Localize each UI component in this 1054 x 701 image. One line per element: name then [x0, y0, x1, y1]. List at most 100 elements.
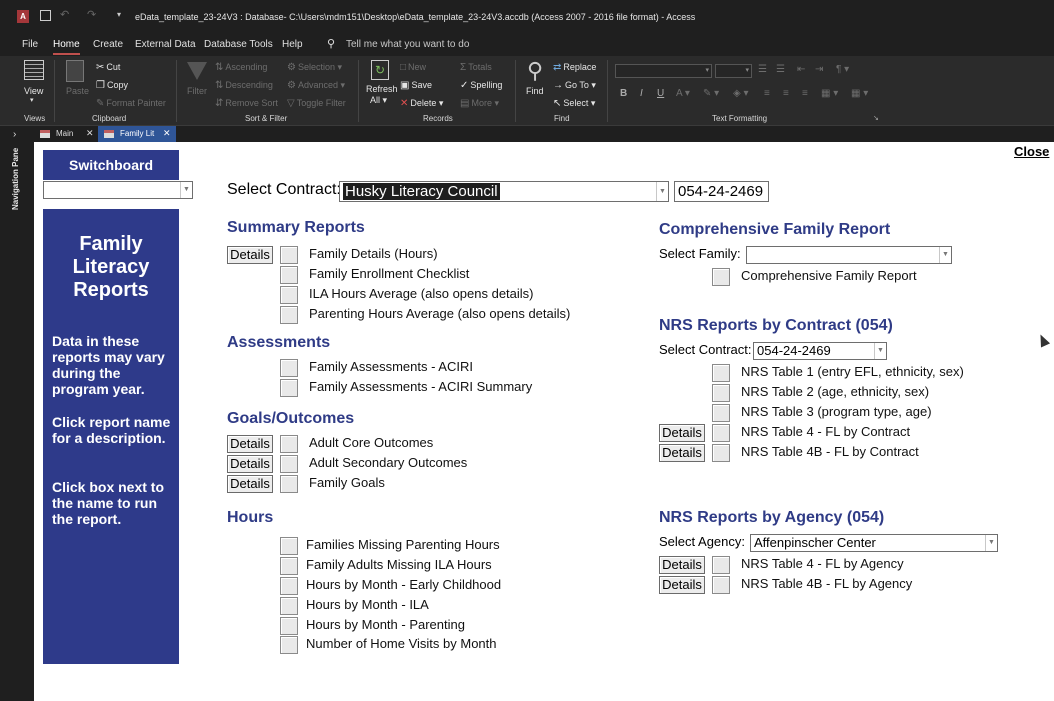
report-link[interactable]: Comprehensive Family Report — [741, 268, 917, 283]
report-link[interactable]: Family Assessments - ACIRI Summary — [309, 379, 532, 394]
save-record-button[interactable]: ▣ Save — [400, 80, 432, 91]
advanced-button[interactable]: ⚙ Advanced ▾ — [287, 80, 345, 91]
report-checkbox[interactable] — [712, 268, 730, 286]
navigation-pane[interactable]: › Navigation Pane — [0, 126, 34, 701]
view-button[interactable]: View ▾ — [21, 60, 47, 108]
decrease-indent-icon[interactable]: ⇤ — [797, 64, 805, 75]
report-link[interactable]: Family Assessments - ACIRI — [309, 359, 473, 374]
report-link[interactable]: NRS Table 4 - FL by Agency — [741, 556, 904, 571]
report-checkbox[interactable] — [280, 435, 298, 453]
chevron-down-icon[interactable]: ▼ — [985, 535, 997, 551]
report-checkbox[interactable] — [712, 556, 730, 574]
close-icon[interactable]: ✕ — [86, 128, 94, 139]
details-button[interactable]: Details — [659, 444, 705, 462]
report-checkbox[interactable] — [280, 455, 298, 473]
nrs-contract-dropdown[interactable]: 054-24-2469 ▼ — [753, 342, 887, 360]
report-checkbox[interactable] — [280, 306, 298, 324]
new-record-button[interactable]: □ New — [400, 62, 426, 73]
report-link[interactable]: NRS Table 4B - FL by Agency — [741, 576, 912, 591]
contract-dropdown[interactable]: Husky Literacy Council ▼ — [339, 181, 669, 202]
italic-button[interactable]: I — [640, 88, 643, 99]
report-link[interactable]: Number of Home Visits by Month — [306, 636, 497, 651]
report-checkbox[interactable] — [280, 246, 298, 264]
report-link[interactable]: NRS Table 4B - FL by Contract — [741, 444, 919, 459]
report-checkbox[interactable] — [712, 404, 730, 422]
tab-main[interactable]: Main ✕ — [34, 126, 96, 142]
menu-file[interactable]: File — [22, 39, 38, 50]
background-color-icon[interactable]: ▦ ▾ — [821, 88, 838, 99]
font-size-dropdown[interactable]: ▾ — [715, 64, 752, 78]
menu-home[interactable]: Home — [53, 39, 80, 55]
report-checkbox[interactable] — [280, 286, 298, 304]
report-link[interactable]: Family Details (Hours) — [309, 246, 438, 261]
find-button[interactable]: ⚲ Find — [522, 60, 548, 108]
numbering-icon[interactable]: ☰ — [776, 64, 785, 75]
report-checkbox[interactable] — [280, 577, 298, 595]
report-checkbox[interactable] — [712, 364, 730, 382]
switchboard-dropdown[interactable]: ▼ — [43, 181, 193, 199]
align-right-icon[interactable]: ≡ — [802, 88, 808, 99]
details-button[interactable]: Details — [659, 576, 705, 594]
report-link[interactable]: Adult Core Outcomes — [309, 435, 433, 450]
fill-color-icon[interactable]: ◈ ▾ — [733, 88, 749, 99]
redo-icon[interactable]: ↷ — [87, 8, 96, 21]
format-painter-button[interactable]: ✎ Format Painter — [96, 98, 166, 109]
report-checkbox[interactable] — [280, 617, 298, 635]
font-color-icon[interactable]: A ▾ — [676, 88, 690, 99]
report-checkbox[interactable] — [712, 576, 730, 594]
switchboard-button[interactable]: Switchboard — [43, 150, 179, 180]
report-checkbox[interactable] — [280, 597, 298, 615]
menu-help[interactable]: Help — [282, 39, 303, 50]
agency-dropdown[interactable]: Affenpinscher Center ▼ — [750, 534, 998, 552]
underline-button[interactable]: U — [657, 88, 664, 99]
bullets-icon[interactable]: ☰ — [758, 64, 767, 75]
details-button[interactable]: Details — [227, 475, 273, 493]
report-link[interactable]: Families Missing Parenting Hours — [306, 537, 500, 552]
chevron-down-icon[interactable]: ▼ — [180, 182, 192, 198]
chevron-down-icon[interactable]: ▼ — [874, 343, 886, 359]
paste-button[interactable]: Paste — [62, 60, 89, 108]
close-icon[interactable]: ✕ — [163, 128, 171, 139]
spelling-button[interactable]: ✓ Spelling — [460, 80, 502, 91]
close-link[interactable]: Close — [1014, 144, 1049, 159]
report-checkbox[interactable] — [280, 359, 298, 377]
report-link[interactable]: Family Goals — [309, 475, 385, 490]
report-link[interactable]: ILA Hours Average (also opens details) — [309, 286, 534, 301]
remove-sort-button[interactable]: ⇵ Remove Sort — [215, 98, 278, 109]
ascending-button[interactable]: ⇅ Ascending — [215, 62, 267, 73]
report-link[interactable]: Hours by Month - ILA — [306, 597, 429, 612]
details-button[interactable]: Details — [227, 455, 273, 473]
report-link[interactable]: NRS Table 3 (program type, age) — [741, 404, 932, 419]
contract-code-field[interactable]: 054-24-2469 — [674, 181, 769, 202]
refresh-all-button[interactable]: ↻ Refresh All ▾ — [364, 60, 398, 110]
report-checkbox[interactable] — [280, 266, 298, 284]
gridlines-icon[interactable]: ▦ ▾ — [851, 88, 868, 99]
report-checkbox[interactable] — [280, 537, 298, 555]
totals-button[interactable]: Σ Totals — [460, 62, 492, 73]
menu-external-data[interactable]: External Data — [135, 39, 196, 50]
descending-button[interactable]: ⇅ Descending — [215, 80, 273, 91]
undo-icon[interactable]: ↶ — [60, 8, 69, 21]
report-link[interactable]: NRS Table 4 - FL by Contract — [741, 424, 910, 439]
expand-chevron-icon[interactable]: › — [13, 129, 16, 140]
selection-button[interactable]: ⚙ Selection ▾ — [287, 62, 342, 73]
details-button[interactable]: Details — [659, 556, 705, 574]
font-name-dropdown[interactable]: ▾ — [615, 64, 712, 78]
report-checkbox[interactable] — [280, 379, 298, 397]
report-link[interactable]: NRS Table 1 (entry EFL, ethnicity, sex) — [741, 364, 964, 379]
filter-button[interactable]: Filter — [185, 60, 209, 108]
align-left-icon[interactable]: ≡ — [764, 88, 770, 99]
bold-button[interactable]: B — [620, 88, 627, 99]
details-button[interactable]: Details — [659, 424, 705, 442]
report-link[interactable]: NRS Table 2 (age, ethnicity, sex) — [741, 384, 929, 399]
family-dropdown[interactable]: ▼ — [746, 246, 952, 264]
increase-indent-icon[interactable]: ⇥ — [815, 64, 823, 75]
report-link[interactable]: Family Adults Missing ILA Hours — [306, 557, 492, 572]
search-icon[interactable]: ⚲ — [327, 37, 335, 50]
report-link[interactable]: Parenting Hours Average (also opens deta… — [309, 306, 570, 321]
access-logo-icon[interactable]: A — [17, 10, 29, 23]
report-link[interactable]: Family Enrollment Checklist — [309, 266, 469, 281]
chevron-down-icon[interactable]: ▼ — [656, 182, 668, 201]
report-checkbox[interactable] — [280, 636, 298, 654]
report-link[interactable]: Hours by Month - Parenting — [306, 617, 465, 632]
